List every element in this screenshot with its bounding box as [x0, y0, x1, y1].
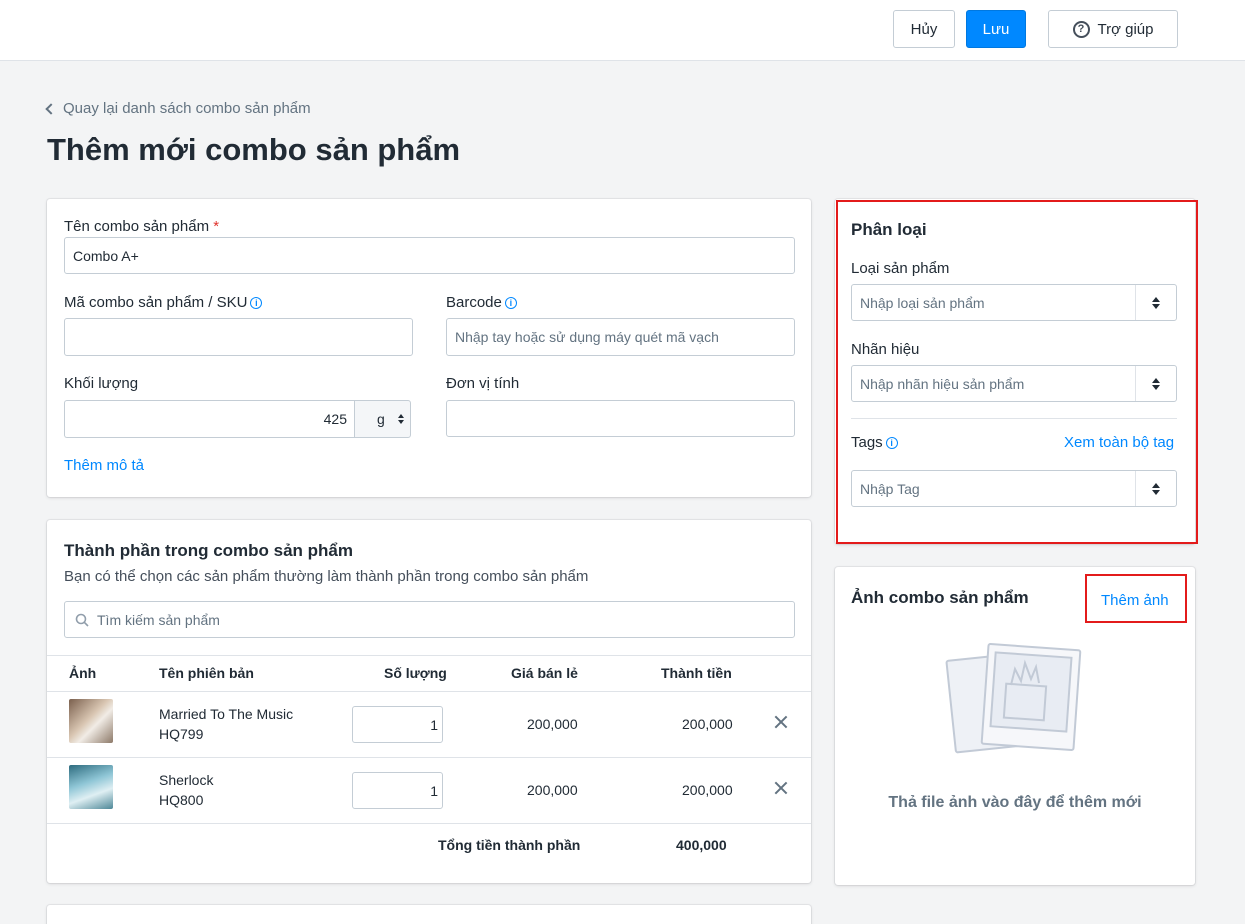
column-header-total: Thành tiền: [661, 665, 732, 681]
divider: [47, 757, 811, 758]
product-name-link[interactable]: Married To The Music: [159, 706, 293, 722]
cancel-button[interactable]: Hủy: [893, 10, 955, 48]
sku-label: Mã combo sản phẩm / SKU i: [64, 294, 263, 311]
sort-arrows-icon: [398, 414, 404, 424]
remove-row-icon[interactable]: [773, 714, 789, 730]
retail-price: 200,000: [527, 782, 578, 798]
back-to-list-link[interactable]: Quay lại danh sách combo sản phẩm: [45, 100, 311, 117]
column-header-retail-price: Giá bán lẻ: [511, 665, 578, 681]
drop-zone-text: Thả file ảnh vào đây để thêm mới: [888, 794, 1142, 811]
add-description-link[interactable]: Thêm mô tả: [64, 457, 144, 474]
product-thumbnail: [69, 765, 113, 809]
unit-input[interactable]: [446, 400, 795, 437]
components-total-value: 400,000: [676, 837, 727, 853]
components-total-label: Tổng tiền thành phần: [438, 837, 581, 853]
sku-input[interactable]: [64, 318, 413, 356]
search-placeholder: Tìm kiếm sản phẩm: [97, 611, 220, 628]
back-link-label: Quay lại danh sách combo sản phẩm: [63, 100, 311, 117]
column-header-variant-name: Tên phiên bản: [159, 665, 254, 681]
search-icon: [75, 613, 89, 627]
info-icon[interactable]: i: [250, 297, 263, 309]
combo-name-value: Combo A+: [73, 247, 139, 264]
sku-label-text: Mã combo sản phẩm / SKU: [64, 294, 248, 311]
combo-name-input[interactable]: Combo A+: [64, 237, 795, 274]
save-button[interactable]: Lưu: [966, 10, 1026, 48]
barcode-input[interactable]: Nhập tay hoặc sử dụng máy quét mã vạch: [446, 318, 795, 356]
quantity-value: 1: [430, 716, 438, 733]
product-thumbnail: [69, 699, 113, 743]
image-placeholder-icon: [945, 643, 1082, 754]
weight-unit-value: g: [377, 411, 385, 427]
components-title: Thành phần trong combo sản phẩm: [64, 541, 353, 560]
product-search-input[interactable]: Tìm kiếm sản phẩm: [64, 601, 795, 638]
combo-info-card: Tên combo sản phẩm * Combo A+ Mã combo s…: [47, 199, 811, 497]
retail-price: 200,000: [527, 716, 578, 732]
help-label: Trợ giúp: [1097, 20, 1154, 38]
quantity-input[interactable]: 1: [352, 706, 443, 743]
info-icon[interactable]: i: [504, 297, 517, 309]
barcode-label: Barcode i: [446, 294, 517, 311]
line-total: 200,000: [682, 716, 733, 732]
combo-components-card: Thành phần trong combo sản phẩm Bạn có t…: [47, 520, 811, 883]
components-subtitle: Bạn có thể chọn các sản phẩm thường làm …: [64, 568, 589, 585]
divider: [47, 823, 811, 824]
unit-label: Đơn vị tính: [446, 375, 520, 392]
column-header-quantity: Số lượng: [384, 665, 447, 681]
divider: [47, 655, 811, 656]
top-action-bar: Hủy Lưu ? Trợ giúp: [0, 0, 1245, 61]
product-sku: HQ799: [159, 726, 204, 742]
remove-row-icon[interactable]: [773, 780, 789, 796]
weight-input[interactable]: 425: [64, 400, 355, 438]
weight-value: 425: [323, 411, 347, 427]
name-label: Tên combo sản phẩm *: [64, 218, 219, 235]
weight-label: Khối lượng: [64, 375, 139, 392]
images-title: Ảnh combo sản phẩm: [851, 588, 1029, 607]
required-mark: *: [213, 218, 220, 235]
barcode-placeholder: Nhập tay hoặc sử dụng máy quét mã vạch: [455, 329, 719, 345]
quantity-value: 1: [430, 782, 438, 799]
page-title: Thêm mới combo sản phẩm: [47, 132, 461, 167]
next-section-card: [47, 905, 811, 924]
product-name-link[interactable]: Sherlock: [159, 772, 213, 788]
weight-unit-select[interactable]: g: [354, 400, 411, 438]
quantity-input[interactable]: 1: [352, 772, 443, 809]
column-header-image: Ảnh: [69, 665, 97, 681]
highlight-box: [836, 200, 1198, 544]
highlight-box: [1085, 574, 1187, 623]
question-circle-icon: ?: [1072, 20, 1090, 38]
help-button[interactable]: ? Trợ giúp: [1048, 10, 1178, 48]
chevron-left-icon: [45, 103, 57, 115]
barcode-label-text: Barcode: [446, 294, 502, 311]
divider: [47, 691, 811, 692]
product-sku: HQ800: [159, 792, 204, 808]
name-label-text: Tên combo sản phẩm: [64, 218, 210, 235]
line-total: 200,000: [682, 782, 733, 798]
